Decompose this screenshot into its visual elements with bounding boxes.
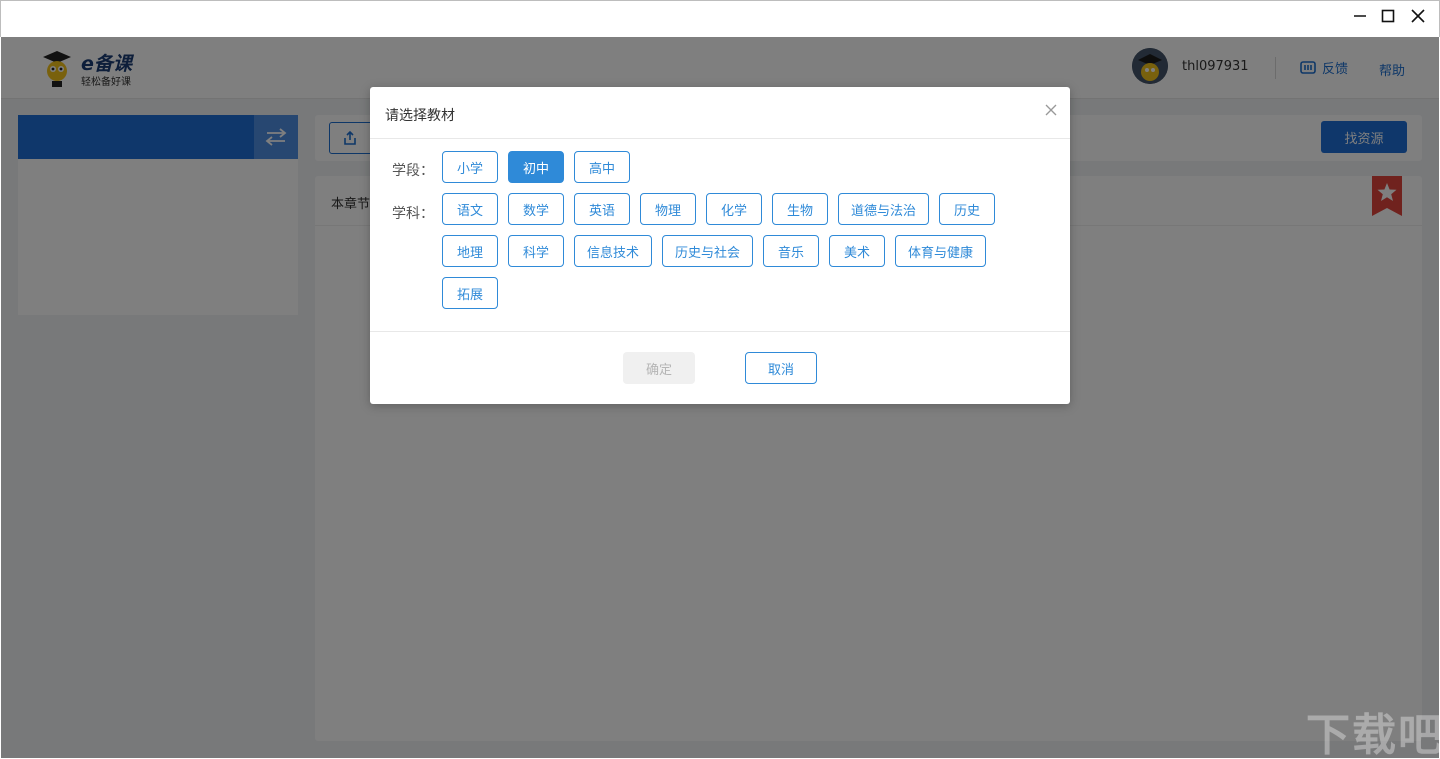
subject-chip[interactable]: 数学: [508, 193, 564, 225]
subject-chip[interactable]: 音乐: [763, 235, 820, 267]
subject-chip[interactable]: 历史: [939, 193, 996, 225]
subject-chip[interactable]: 物理: [640, 193, 696, 225]
stage-options: 小学 初中 高中: [442, 151, 630, 183]
subject-chip[interactable]: 科学: [508, 235, 564, 267]
subject-chip[interactable]: 拓展: [442, 277, 498, 309]
minimize-icon[interactable]: [1349, 5, 1371, 27]
subject-chip[interactable]: 美术: [829, 235, 886, 267]
subject-chip[interactable]: 化学: [706, 193, 762, 225]
stage-chip-primary[interactable]: 小学: [442, 151, 498, 183]
dialog-footer-divider: [370, 331, 1070, 332]
maximize-icon[interactable]: [1377, 5, 1399, 27]
subject-options-row3: 拓展: [442, 277, 498, 309]
stage-chip-junior[interactable]: 初中: [508, 151, 564, 183]
subject-chip[interactable]: 体育与健康: [895, 235, 987, 267]
subject-label: 学科：: [392, 206, 434, 222]
confirm-button[interactable]: 确定: [623, 352, 695, 384]
stage-chip-senior[interactable]: 高中: [574, 151, 630, 183]
subject-chip[interactable]: 信息技术: [574, 235, 653, 267]
dialog-title: 请选择教材: [385, 108, 455, 124]
subject-options-row2: 地理 科学 信息技术 历史与社会 音乐 美术 体育与健康: [442, 235, 987, 267]
dialog-divider: [370, 138, 1070, 139]
window-titlebar: [0, 0, 1440, 37]
close-icon[interactable]: [1407, 5, 1429, 27]
stage-label: 学段：: [392, 163, 434, 179]
subject-chip[interactable]: 道德与法治: [838, 193, 930, 225]
subject-chip[interactable]: 语文: [442, 193, 498, 225]
dialog-close-icon[interactable]: [1042, 101, 1060, 119]
subject-chip[interactable]: 地理: [442, 235, 498, 267]
watermark: 下载吧: [1306, 710, 1440, 759]
subject-chip[interactable]: 生物: [772, 193, 828, 225]
subject-options-row1: 语文 数学 英语 物理 化学 生物 道德与法治 历史: [442, 193, 996, 225]
select-textbook-dialog: 请选择教材 学段： 小学 初中 高中 学科： 语文 数学 英语 物理 化学 生物…: [370, 87, 1070, 404]
subject-chip[interactable]: 历史与社会: [662, 235, 754, 267]
cancel-button[interactable]: 取消: [745, 352, 817, 384]
subject-chip[interactable]: 英语: [574, 193, 630, 225]
